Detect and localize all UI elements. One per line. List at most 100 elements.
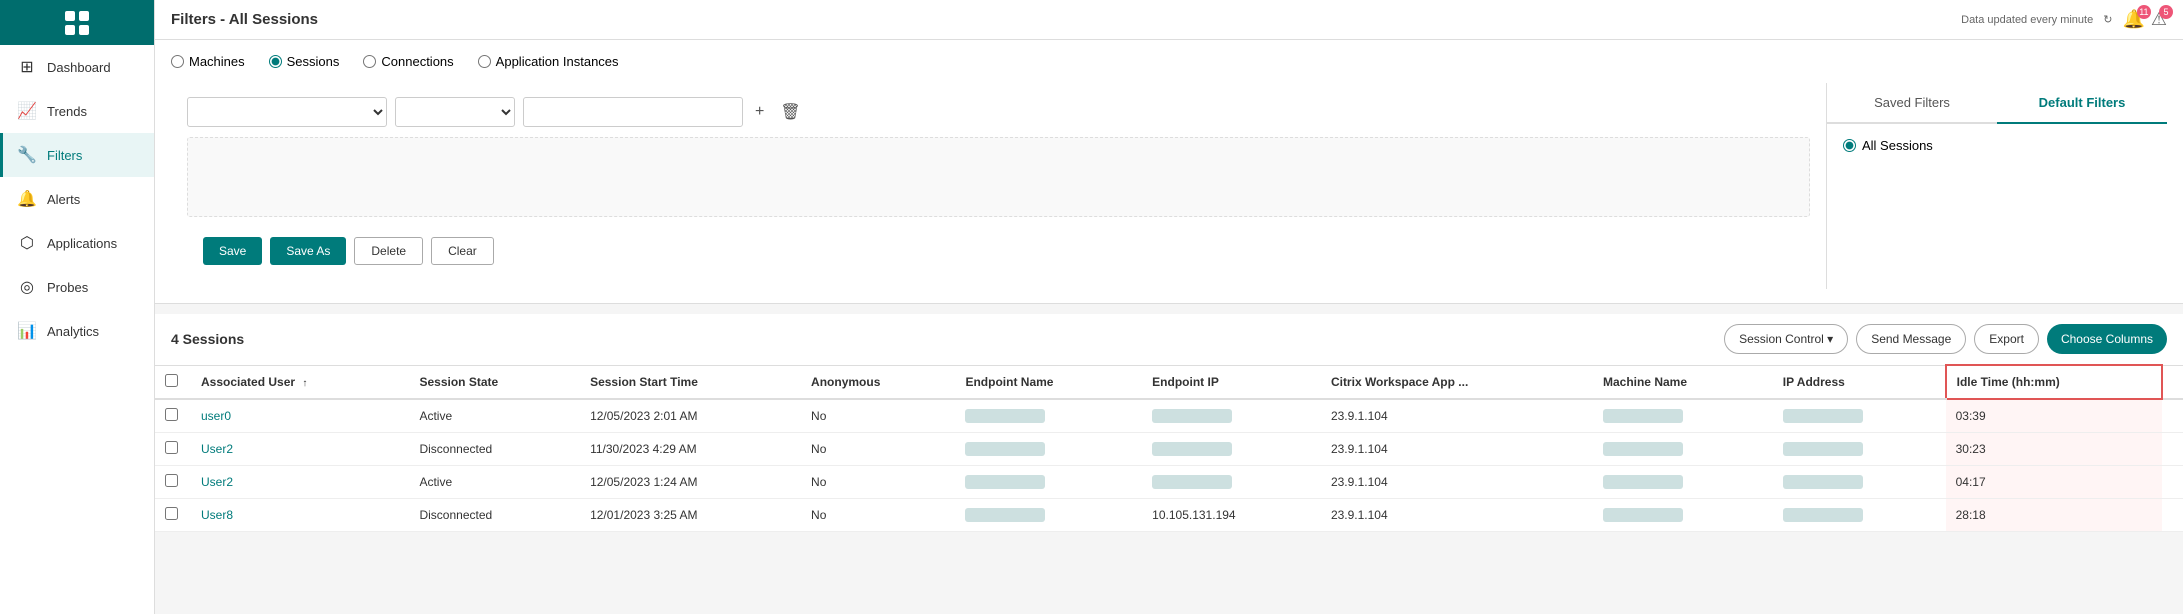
main-content: Filters - All Sessions Data updated ever… [155, 0, 2183, 614]
session-control-button[interactable]: Session Control ▾ [1724, 324, 1848, 354]
table-header-left: 4 Sessions [171, 331, 244, 347]
row-user-1[interactable]: User2 [191, 432, 409, 465]
sidebar-item-dashboard[interactable]: ⊞ Dashboard [0, 45, 154, 89]
row-checkbox-3[interactable] [155, 498, 191, 531]
alerts-badge[interactable]: 🔔 11 [2122, 9, 2144, 30]
update-text: Data updated every minute [1961, 14, 2093, 26]
notif-count: 5 [2159, 5, 2173, 19]
row-checkbox-0[interactable] [155, 399, 191, 433]
export-button[interactable]: Export [1974, 324, 2039, 354]
row-endpoint-name-2: ████████ [955, 465, 1142, 498]
add-filter-button[interactable]: + [751, 101, 768, 123]
radio-app-instances-label: Application Instances [496, 54, 619, 69]
row-select-3[interactable] [165, 507, 178, 520]
row-select-2[interactable] [165, 474, 178, 487]
col-idle-time[interactable]: Idle Time (hh:mm) [1946, 365, 2162, 399]
row-user-3[interactable]: User8 [191, 498, 409, 531]
col-start-time[interactable]: Session Start Time [580, 365, 801, 399]
clear-button[interactable]: Clear [431, 237, 494, 265]
col-endpoint-ip[interactable]: Endpoint IP [1142, 365, 1321, 399]
radio-sessions-input[interactable] [269, 55, 282, 68]
sidebar-item-filters[interactable]: 🔧 Filters [0, 133, 154, 177]
radio-sessions-label: Sessions [287, 54, 340, 69]
radio-app-instances-input[interactable] [478, 55, 491, 68]
delete-button[interactable]: Delete [354, 237, 423, 265]
row-citrix-3: 23.9.1.104 [1321, 498, 1593, 531]
row-endpoint-name-3: ████████ [955, 498, 1142, 531]
row-state-1: Disconnected [409, 432, 580, 465]
filter-select-2[interactable] [395, 97, 515, 127]
refresh-icon[interactable]: ↻ [2103, 13, 2112, 26]
all-sessions-radio[interactable] [1843, 139, 1856, 152]
tab-saved-filters[interactable]: Saved Filters [1827, 83, 1997, 124]
col-endpoint-name[interactable]: Endpoint Name [955, 365, 1142, 399]
row-state-0: Active [409, 399, 580, 433]
row-anonymous-2: No [801, 465, 955, 498]
row-start-time-3: 12/01/2023 3:25 AM [580, 498, 801, 531]
col-associated-user[interactable]: Associated User ↑ [191, 365, 409, 399]
row-more-1[interactable] [2162, 432, 2183, 465]
save-button[interactable]: Save [203, 237, 262, 265]
radio-machines-input[interactable] [171, 55, 184, 68]
topbar: Filters - All Sessions Data updated ever… [155, 0, 2183, 40]
col-machine-name[interactable]: Machine Name [1593, 365, 1773, 399]
radio-connections[interactable]: Connections [363, 54, 453, 69]
row-citrix-0: 23.9.1.104 [1321, 399, 1593, 433]
filter-radio-group: Machines Sessions Connections Applicatio… [171, 54, 2167, 69]
filter-input[interactable] [523, 97, 743, 127]
select-all-checkbox[interactable] [165, 374, 178, 387]
radio-machines[interactable]: Machines [171, 54, 245, 69]
all-sessions-option[interactable]: All Sessions [1843, 138, 2151, 153]
row-more-2[interactable] [2162, 465, 2183, 498]
save-as-button[interactable]: Save As [270, 237, 346, 265]
row-more-0[interactable] [2162, 399, 2183, 433]
row-idle-time-1: 30:23 [1946, 432, 2162, 465]
topbar-right: Data updated every minute ↻ 🔔 11 ⚠ 5 [1961, 9, 2167, 30]
row-ip-address-3: ████████ [1773, 498, 1946, 531]
row-select-1[interactable] [165, 441, 178, 454]
sidebar-item-applications[interactable]: ⬡ Applications [0, 221, 154, 265]
row-user-0[interactable]: user0 [191, 399, 409, 433]
tab-default-filters[interactable]: Default Filters [1997, 83, 2167, 124]
table-header: 4 Sessions Session Control ▾ Send Messag… [155, 314, 2183, 364]
row-endpoint-ip-3: 10.105.131.194 [1142, 498, 1321, 531]
alerts-icon: 🔔 [17, 189, 37, 209]
delete-filter-button[interactable]: 🗑 [776, 100, 804, 124]
sidebar-item-label: Trends [47, 104, 87, 119]
row-endpoint-ip-2: ████████ [1142, 465, 1321, 498]
row-user-2[interactable]: User2 [191, 465, 409, 498]
row-anonymous-3: No [801, 498, 955, 531]
row-checkbox-2[interactable] [155, 465, 191, 498]
row-start-time-0: 12/05/2023 2:01 AM [580, 399, 801, 433]
sidebar-item-analytics[interactable]: 📊 Analytics [0, 309, 154, 353]
col-more[interactable] [2162, 365, 2183, 399]
sidebar-item-label: Analytics [47, 324, 99, 339]
sidebar-item-alerts[interactable]: 🔔 Alerts [0, 177, 154, 221]
table-wrapper: Associated User ↑ Session State Session … [155, 364, 2183, 532]
filter-select-1[interactable] [187, 97, 387, 127]
choose-columns-button[interactable]: Choose Columns [2047, 324, 2167, 354]
send-message-button[interactable]: Send Message [1856, 324, 1966, 354]
radio-sessions[interactable]: Sessions [269, 54, 340, 69]
sidebar-item-probes[interactable]: ◎ Probes [0, 265, 154, 309]
filter-section: Machines Sessions Connections Applicatio… [155, 40, 2183, 304]
col-ip-address[interactable]: IP Address [1773, 365, 1946, 399]
col-citrix-workspace[interactable]: Citrix Workspace App ... [1321, 365, 1593, 399]
row-ip-address-0: ████████ [1773, 399, 1946, 433]
sidebar-item-trends[interactable]: 📈 Trends [0, 89, 154, 133]
row-checkbox-1[interactable] [155, 432, 191, 465]
radio-app-instances[interactable]: Application Instances [478, 54, 619, 69]
chevron-down-icon: ▾ [1827, 332, 1833, 346]
filters-icon: 🔧 [17, 145, 37, 165]
row-more-3[interactable] [2162, 498, 2183, 531]
row-start-time-2: 12/05/2023 1:24 AM [580, 465, 801, 498]
row-machine-name-0: ████████ [1593, 399, 1773, 433]
radio-connections-input[interactable] [363, 55, 376, 68]
col-session-state[interactable]: Session State [409, 365, 580, 399]
col-anonymous[interactable]: Anonymous [801, 365, 955, 399]
table-row: User2 Active 12/05/2023 1:24 AM No █████… [155, 465, 2183, 498]
row-select-0[interactable] [165, 408, 178, 421]
notifications-badge[interactable]: ⚠ 5 [2151, 9, 2167, 30]
filter-left: + 🗑 Save Save As Delete Clear [171, 83, 1827, 289]
col-checkbox[interactable] [155, 365, 191, 399]
